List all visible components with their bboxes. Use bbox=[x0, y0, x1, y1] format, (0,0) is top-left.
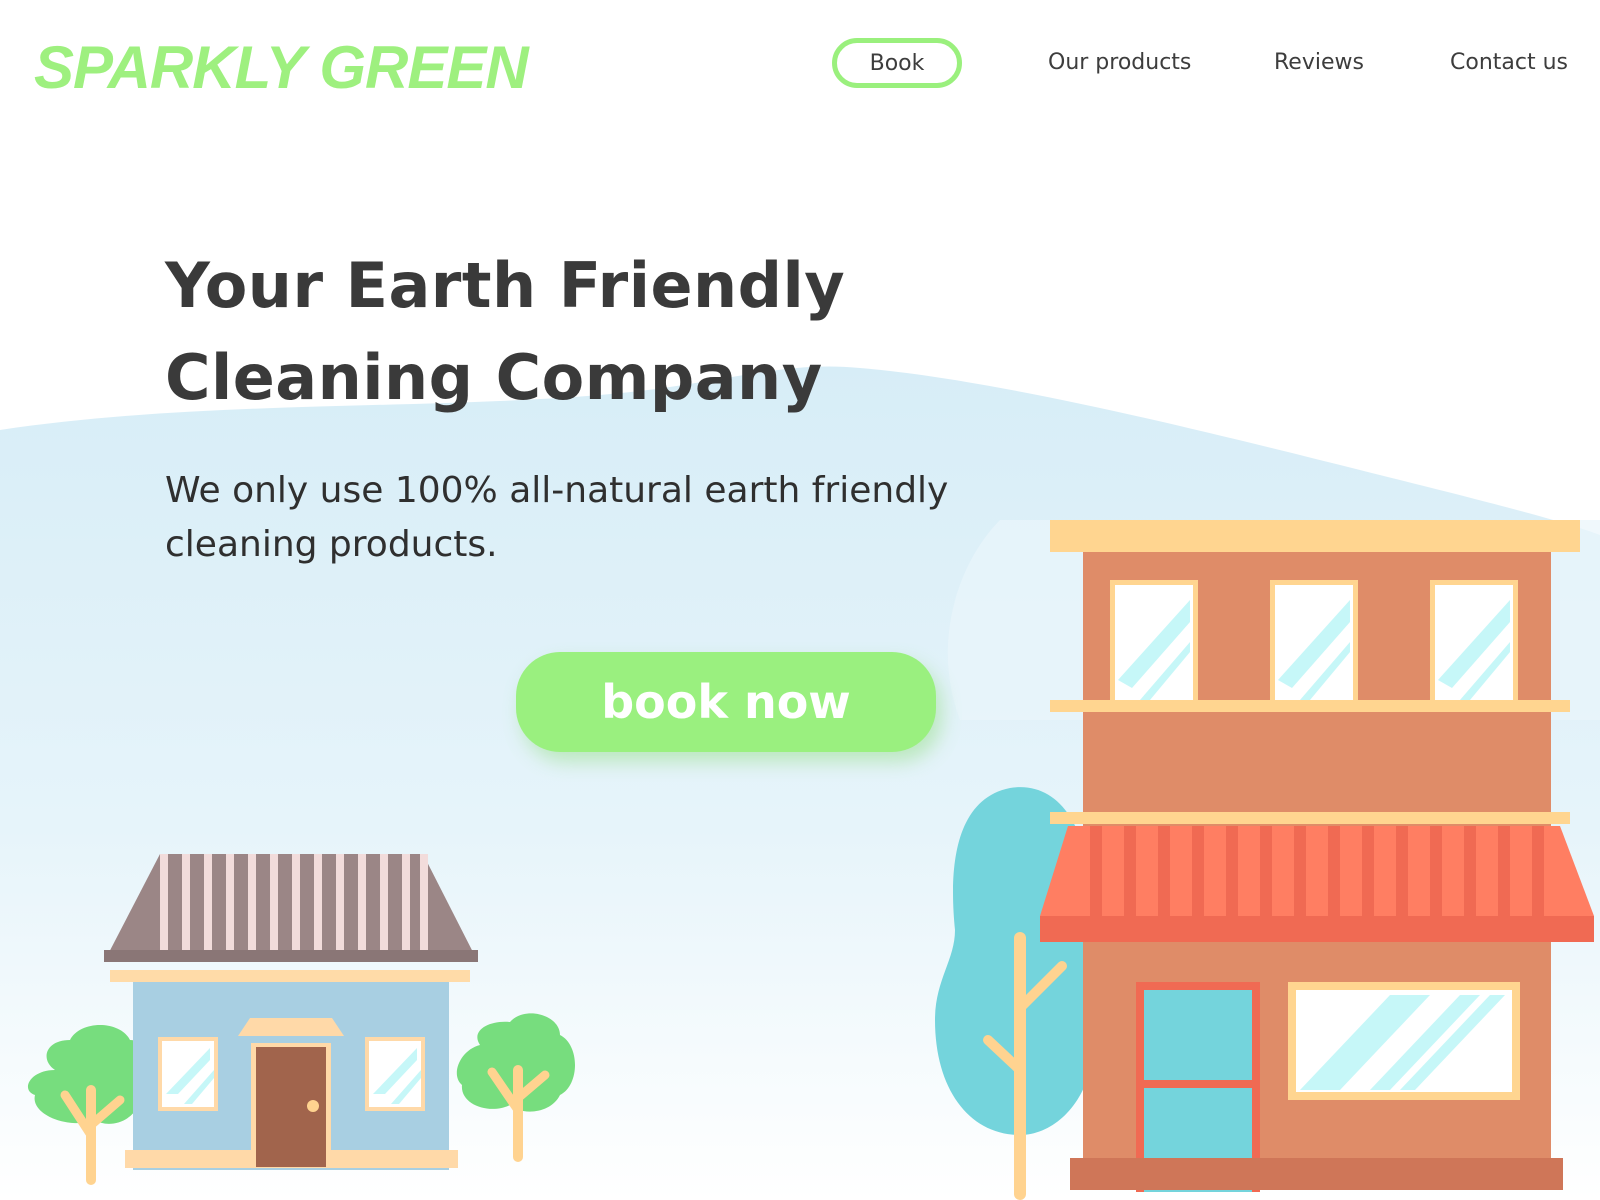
building-window-top-1 bbox=[1110, 580, 1198, 702]
nav-link-reviews[interactable]: Reviews bbox=[1274, 38, 1364, 88]
building-shop-window bbox=[1288, 982, 1520, 1100]
small-house-illustration bbox=[27, 854, 575, 1185]
houses-and-trees-illustration bbox=[27, 520, 1594, 1200]
building-window-top-2 bbox=[1270, 580, 1358, 702]
small-house-window-right bbox=[365, 1037, 425, 1111]
site-header: SPARKLY GREEN Book Our products Reviews … bbox=[0, 0, 1600, 130]
small-house-window-left bbox=[158, 1037, 218, 1111]
nav-link-our-products[interactable]: Our products bbox=[1048, 38, 1191, 88]
hero-subtitle: We only use 100% all-natural earth frien… bbox=[165, 470, 949, 565]
book-now-button[interactable]: book now bbox=[516, 652, 936, 752]
nav-link-contact-us[interactable]: Contact us bbox=[1450, 38, 1568, 88]
main-nav: Book Our products Reviews Contact us bbox=[0, 38, 1600, 90]
hero-title: Your Earth Friendly Cleaning Company bbox=[165, 249, 846, 414]
small-house-tree-icon bbox=[456, 1013, 575, 1162]
building-awning bbox=[1040, 826, 1594, 942]
nav-book-button[interactable]: Book bbox=[832, 38, 962, 88]
big-building-illustration bbox=[935, 520, 1594, 1200]
building-window-top-3 bbox=[1430, 580, 1518, 702]
